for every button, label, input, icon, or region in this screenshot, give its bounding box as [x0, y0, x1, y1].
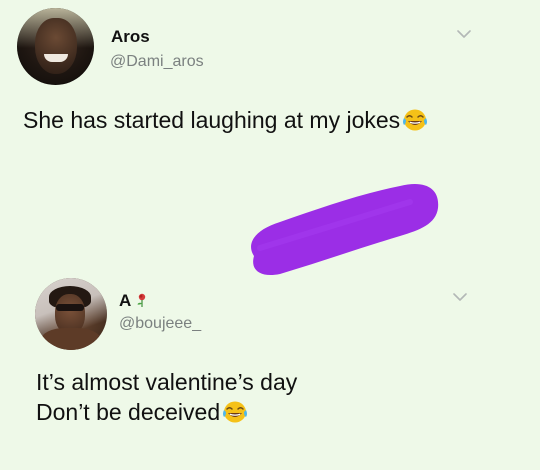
user-handle[interactable]: @Dami_aros [110, 53, 204, 71]
avatar[interactable] [35, 278, 107, 350]
tweet-text-line: Don’t be deceived [36, 397, 297, 427]
display-name-text: A [119, 291, 132, 310]
chevron-down-icon[interactable] [457, 29, 471, 39]
tweet-text: It’s almost valentine’s day Don’t be dec… [36, 367, 297, 427]
display-name[interactable]: Aros [111, 27, 150, 47]
redaction-scribble [251, 184, 439, 276]
avatar-sunglasses [56, 304, 84, 311]
tweet-text-line: It’s almost valentine’s day [36, 369, 298, 395]
avatar[interactable] [17, 8, 94, 85]
face-with-tears-of-joy-icon [223, 401, 248, 423]
tweet-text-line: She has started laughing at my jokes [23, 107, 401, 133]
tweet-text-line-content: Don’t be deceived [36, 399, 221, 425]
tweet-card-1: Aros @Dami_aros She has started laughing… [0, 0, 540, 200]
tweet-card-2: A @boujeee_ It’s almost valentine’s day … [0, 268, 540, 470]
chevron-down-icon[interactable] [453, 292, 467, 302]
avatar-face [35, 18, 77, 74]
avatar-body [41, 328, 101, 350]
rose-icon [137, 293, 146, 307]
display-name[interactable]: A [119, 291, 149, 311]
tweet-text: She has started laughing at my jokes [23, 105, 428, 135]
face-with-tears-of-joy-icon [403, 109, 428, 131]
user-handle[interactable]: @boujeee_ [119, 315, 201, 333]
